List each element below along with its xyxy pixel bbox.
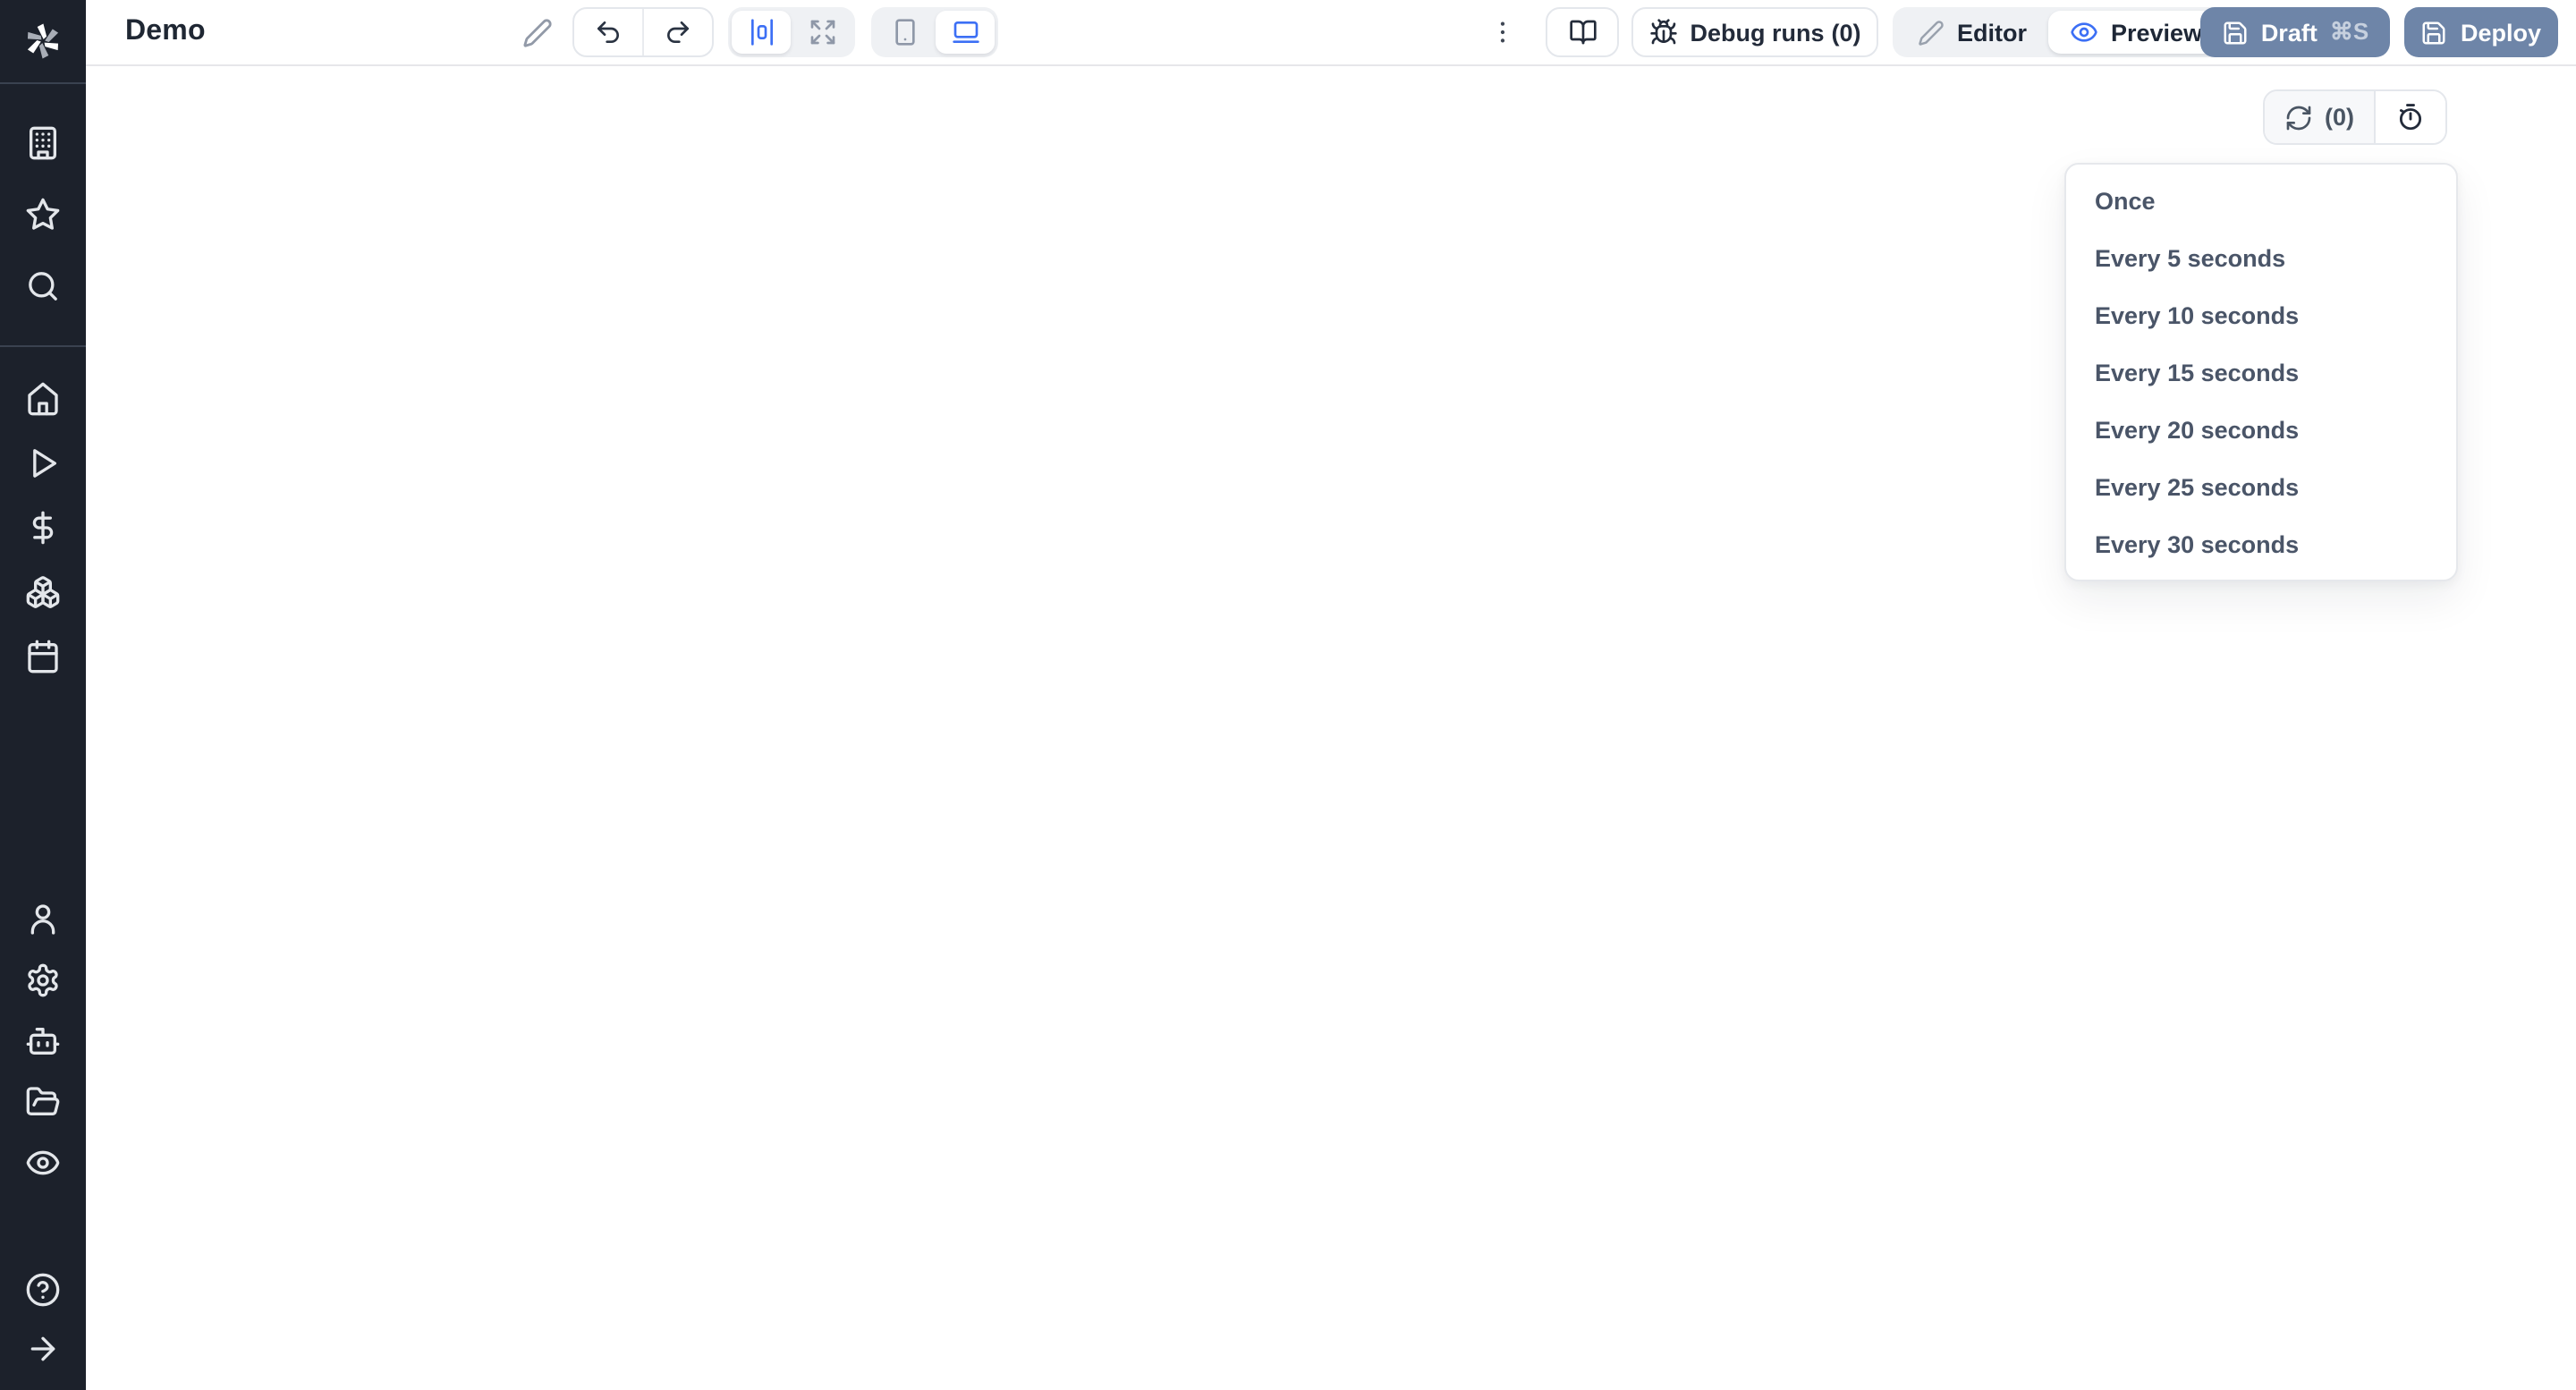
help-circle-icon	[25, 1272, 61, 1308]
debug-runs-button[interactable]: Debug runs (0)	[1631, 7, 1878, 57]
windmill-logo-icon	[20, 18, 66, 64]
sidebar-item-help[interactable]	[25, 1272, 61, 1308]
main-area: Demo	[86, 0, 2576, 1390]
page-title: Demo	[125, 0, 206, 64]
refresh-interval-menu: Once Every 5 seconds Every 10 seconds Ev…	[2064, 163, 2458, 581]
boxes-icon	[25, 574, 61, 610]
kebab-menu-icon	[1488, 18, 1517, 47]
sidebar-divider-middle	[0, 345, 86, 347]
refresh-icon	[2284, 103, 2312, 131]
folder-open-icon	[25, 1084, 61, 1120]
expand-icon	[808, 18, 836, 47]
top-toolbar: Demo	[86, 0, 2576, 66]
editor-tab-label: Editor	[1957, 19, 2027, 46]
editor-tab[interactable]: Editor	[1896, 11, 2048, 54]
app-root: Demo	[0, 0, 2576, 1390]
full-width-layout-button[interactable]	[792, 11, 852, 54]
app-canvas: (0) Once Every 5 seconds Every 10 second…	[86, 66, 2576, 1390]
calendar-icon	[25, 639, 61, 674]
sidebar-item-home[interactable]	[25, 381, 61, 417]
save-icon	[2222, 19, 2249, 46]
sidebar-item-workers[interactable]	[25, 1023, 61, 1059]
arrow-right-icon	[25, 1331, 61, 1367]
star-icon	[25, 197, 61, 233]
sidebar-item-audit-logs[interactable]	[25, 1145, 61, 1181]
undo-button[interactable]	[574, 9, 642, 55]
undo-icon	[594, 18, 623, 47]
save-icon	[2421, 19, 2448, 46]
deploy-label: Deploy	[2461, 19, 2541, 46]
preview-tab-label: Preview	[2111, 19, 2202, 46]
sidebar-item-schedules[interactable]	[25, 639, 61, 674]
sidebar-item-favorites[interactable]	[25, 197, 61, 233]
desktop-view-button[interactable]	[936, 11, 995, 54]
timer-icon	[2395, 102, 2426, 132]
canvas-layout-toggle	[728, 7, 855, 57]
windmill-logo[interactable]	[0, 0, 86, 82]
editor-preview-toggle: Editor Preview	[1893, 7, 2227, 57]
menu-item-every-20s[interactable]: Every 20 seconds	[2066, 401, 2456, 458]
more-options-button[interactable]	[1485, 7, 1521, 57]
menu-item-every-25s[interactable]: Every 25 seconds	[2066, 458, 2456, 515]
refresh-count: (0)	[2325, 104, 2354, 131]
sidebar-item-variables[interactable]	[25, 510, 61, 546]
menu-item-once[interactable]: Once	[2066, 172, 2456, 229]
menu-item-every-30s[interactable]: Every 30 seconds	[2066, 515, 2456, 572]
save-draft-button[interactable]: Draft ⌘S	[2200, 7, 2390, 57]
smartphone-icon	[890, 18, 919, 47]
draft-label: Draft	[2261, 19, 2318, 46]
laptop-icon	[951, 18, 979, 47]
preview-tab[interactable]: Preview	[2048, 11, 2224, 54]
menu-item-every-10s[interactable]: Every 10 seconds	[2066, 286, 2456, 343]
dollar-icon	[25, 510, 61, 546]
search-icon	[25, 268, 61, 304]
refresh-button[interactable]: (0)	[2264, 91, 2376, 143]
refresh-controls: (0)	[2262, 89, 2447, 145]
sidebar-expand-button[interactable]	[25, 1331, 61, 1367]
open-book-icon	[1568, 18, 1597, 47]
docs-button[interactable]	[1546, 7, 1619, 57]
redo-icon	[664, 18, 692, 47]
building-icon	[25, 125, 61, 161]
bug-icon	[1648, 18, 1677, 47]
pencil-icon	[521, 17, 552, 47]
menu-item-every-15s[interactable]: Every 15 seconds	[2066, 343, 2456, 401]
play-icon	[25, 445, 61, 481]
home-icon	[25, 381, 61, 417]
sidebar-item-resources[interactable]	[25, 574, 61, 610]
mobile-view-button[interactable]	[875, 11, 934, 54]
sidebar-item-runs[interactable]	[25, 445, 61, 481]
pencil-icon	[1918, 19, 1945, 46]
debug-runs-count: (0)	[1832, 19, 1861, 46]
align-center-icon	[747, 18, 775, 47]
sidebar-item-settings[interactable]	[25, 962, 61, 998]
device-toggle	[871, 7, 998, 57]
sidebar-divider-top	[0, 82, 86, 84]
eye-icon	[25, 1145, 61, 1181]
draft-shortcut: ⌘S	[2330, 18, 2368, 47]
undo-redo-group	[572, 7, 714, 57]
eye-icon	[2070, 18, 2098, 47]
robot-icon	[25, 1023, 61, 1059]
menu-item-every-5s[interactable]: Every 5 seconds	[2066, 229, 2456, 286]
redo-button[interactable]	[642, 9, 712, 55]
debug-runs-label: Debug runs	[1690, 19, 1824, 46]
sidebar	[0, 0, 86, 1390]
sidebar-item-folders[interactable]	[25, 1084, 61, 1120]
gear-icon	[25, 962, 61, 998]
refresh-schedule-button[interactable]	[2376, 91, 2445, 143]
sidebar-item-workspace[interactable]	[25, 125, 61, 161]
rename-app-button[interactable]	[515, 7, 558, 57]
centered-layout-button[interactable]	[732, 11, 791, 54]
user-icon	[25, 902, 61, 937]
sidebar-item-search[interactable]	[25, 268, 61, 304]
deploy-button[interactable]: Deploy	[2404, 7, 2558, 57]
sidebar-item-users[interactable]	[25, 902, 61, 937]
